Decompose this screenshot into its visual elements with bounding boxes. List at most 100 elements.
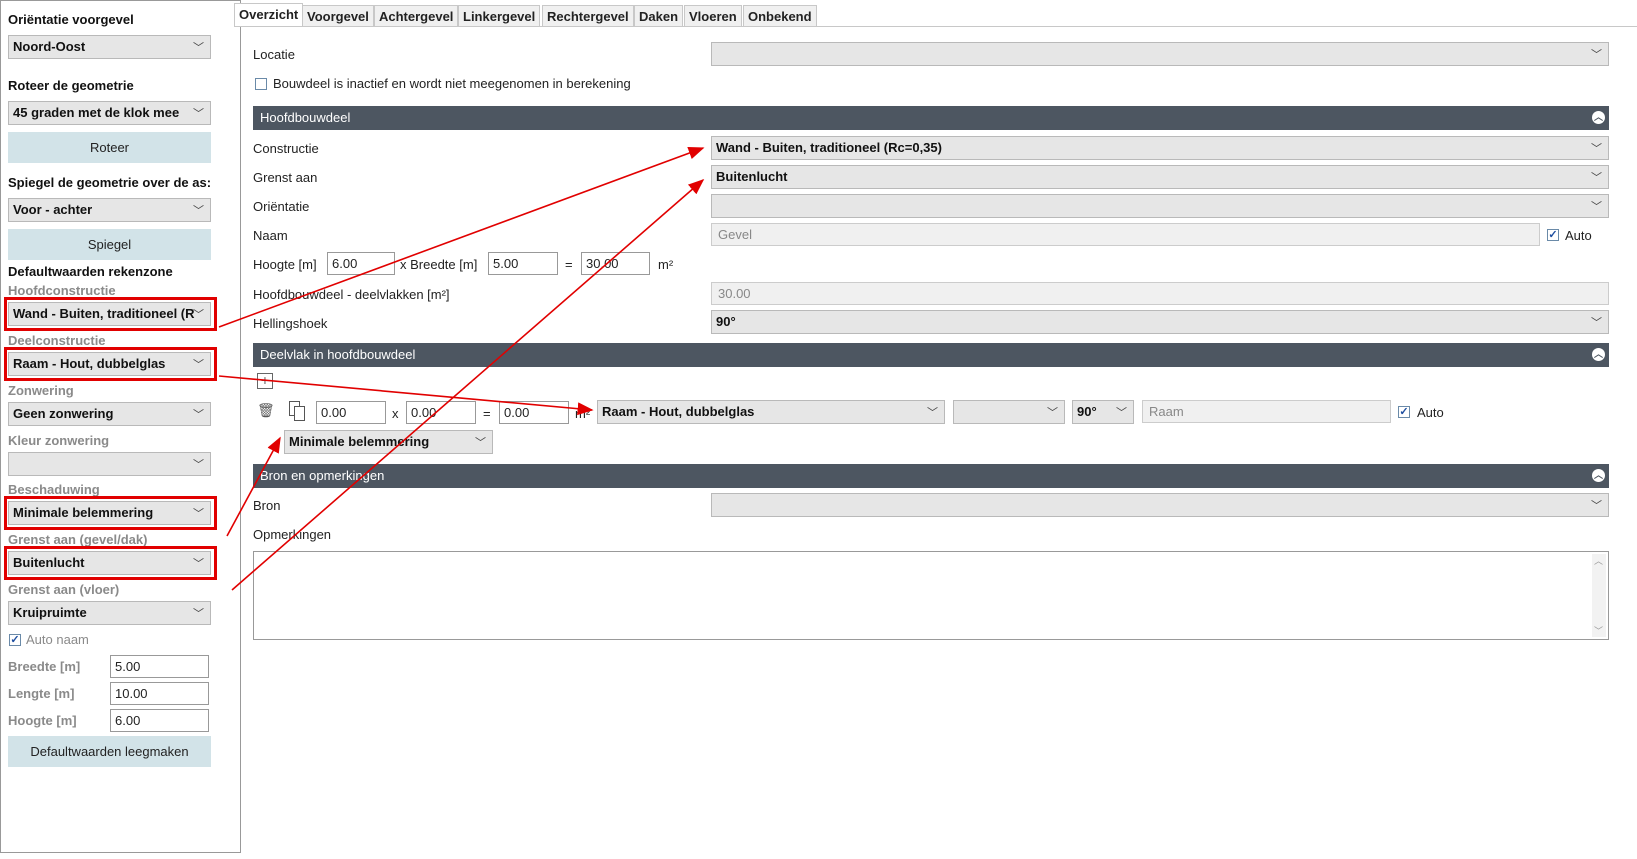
hoofdconstructie-label: Hoofdconstructie <box>8 283 116 298</box>
tab-strip-border <box>234 26 1637 27</box>
textarea-scrollbar[interactable]: ︿ ﹀ <box>1592 554 1606 637</box>
rotate-button[interactable]: Roteer <box>8 132 211 163</box>
constructie-label: Constructie <box>253 141 319 156</box>
chevron-down-icon: ﹀ <box>1591 500 1602 512</box>
zonwering-label: Zonwering <box>8 383 74 398</box>
mirror-label: Spiegel de geometrie over de as: <box>8 175 212 190</box>
breedte-input[interactable]: 5.00 <box>488 252 558 275</box>
tab-voorgevel[interactable]: Voorgevel <box>302 5 374 26</box>
deel-breedte-input[interactable]: 0.00 <box>406 401 476 424</box>
zonwering-select[interactable]: Geen zonwering ﹀ <box>8 402 211 426</box>
tab-vloeren[interactable]: Vloeren <box>684 5 742 26</box>
orientatie-select[interactable]: ﹀ <box>711 194 1609 218</box>
deel-auto-label: Auto <box>1417 405 1444 420</box>
section-hoofdbouwdeel-title: Hoofdbouwdeel <box>260 110 351 125</box>
add-icon[interactable]: + <box>257 373 273 389</box>
scroll-up-icon[interactable]: ︿ <box>1594 554 1603 567</box>
deel-name-input[interactable]: Raam <box>1142 400 1391 423</box>
left-hoogte-input[interactable]: 6.00 <box>110 709 209 732</box>
chevron-down-icon: ﹀ <box>1047 407 1058 419</box>
auto-naam-checkbox[interactable]: ✓ <box>9 634 21 646</box>
mirror-value: Voor - achter <box>13 202 93 217</box>
hellingshoek-select[interactable]: 90° ﹀ <box>711 310 1609 334</box>
opmerkingen-textarea[interactable]: ︿ ﹀ <box>253 551 1609 640</box>
chevron-down-icon: ﹀ <box>193 608 204 620</box>
collapse-up-icon[interactable]: ︿ <box>1592 469 1605 482</box>
collapse-up-icon[interactable]: ︿ <box>1592 111 1605 124</box>
deel-angle-select[interactable]: 90° ﹀ <box>1072 400 1134 424</box>
mirror-select[interactable]: Voor - achter ﹀ <box>8 198 211 222</box>
deel-hoogte-input[interactable]: 0.00 <box>316 401 386 424</box>
tab-linkergevel[interactable]: Linkergevel <box>458 5 541 26</box>
deel-area-input[interactable]: 0.00 <box>499 401 569 424</box>
chevron-down-icon: ﹀ <box>1591 172 1602 184</box>
clear-defaults-button[interactable]: Defaultwaarden leegmaken <box>8 736 211 767</box>
deel-beschaduwing-value: Minimale belemmering <box>289 434 430 449</box>
area-unit: m² <box>658 257 674 272</box>
grenst-aan-label: Grenst aan <box>253 170 318 185</box>
section-bron[interactable]: Bron en opmerkingen ︿ <box>253 464 1609 488</box>
orientatie-label: Oriëntatie <box>253 199 310 214</box>
grenst-aan-value: Buitenlucht <box>716 169 788 184</box>
auto-naam-label: Auto naam <box>26 632 89 647</box>
kleur-zonwering-select[interactable]: ﹀ <box>8 452 211 476</box>
orientation-label: Oriëntatie voorgevel <box>8 12 134 27</box>
naam-label: Naam <box>253 228 288 243</box>
grenst-vloer-select[interactable]: Kruipruimte ﹀ <box>8 601 211 625</box>
mirror-button[interactable]: Spiegel <box>8 229 211 260</box>
hoofdconstructie-value: Wand - Buiten, traditioneel (R <box>13 306 195 321</box>
rotate-select[interactable]: 45 graden met de klok mee ﹀ <box>8 101 211 125</box>
copy-icon[interactable] <box>289 401 305 421</box>
section-deelvlak[interactable]: Deelvlak in hoofdbouwdeel ︿ <box>253 343 1609 367</box>
delete-icon[interactable]: 🗑 <box>257 402 275 419</box>
chevron-down-icon: ﹀ <box>1591 201 1602 213</box>
chevron-down-icon: ﹀ <box>193 205 204 217</box>
hellingshoek-label: Hellingshoek <box>253 316 328 331</box>
equals-sign: = <box>565 257 573 272</box>
deel-times: x <box>392 406 399 421</box>
tab-daken[interactable]: Daken <box>634 5 684 26</box>
scroll-down-icon[interactable]: ﹀ <box>1594 624 1603 637</box>
defaults-title: Defaultwaarden rekenzone <box>8 264 173 279</box>
hoofdconstructie-select[interactable]: Wand - Buiten, traditioneel (R ﹀ <box>8 302 211 326</box>
grenst-aan-select[interactable]: Buitenlucht ﹀ <box>711 165 1609 189</box>
deel-orientatie-select[interactable]: ﹀ <box>953 400 1065 424</box>
inactive-checkbox[interactable] <box>255 78 267 90</box>
grenst-gevel-select[interactable]: Buitenlucht ﹀ <box>8 551 211 575</box>
area-input[interactable]: 30.00 <box>581 252 650 275</box>
bron-label: Bron <box>253 498 281 513</box>
chevron-down-icon: ﹀ <box>1591 143 1602 155</box>
deel-angle-value: 90° <box>1077 404 1097 419</box>
chevron-down-icon: ﹀ <box>1591 317 1602 329</box>
deel-constructie-select[interactable]: Raam - Hout, dubbelglas ﹀ <box>597 400 945 424</box>
left-lengte-input[interactable]: 10.00 <box>110 682 209 705</box>
chevron-down-icon: ﹀ <box>927 407 938 419</box>
orientation-select[interactable]: Noord-Oost ﹀ <box>8 35 211 59</box>
chevron-down-icon: ﹀ <box>193 359 204 371</box>
deel-beschaduwing-select[interactable]: Minimale belemmering ﹀ <box>284 430 493 454</box>
orientation-value: Noord-Oost <box>13 39 86 54</box>
left-breedte-input[interactable]: 5.00 <box>110 655 209 678</box>
naam-auto-checkbox[interactable]: ✓ <box>1547 229 1559 241</box>
section-hoofdbouwdeel[interactable]: Hoofdbouwdeel ︿ <box>253 106 1609 130</box>
deelconstructie-value: Raam - Hout, dubbelglas <box>13 356 166 371</box>
deel-auto-checkbox[interactable]: ✓ <box>1398 406 1410 418</box>
chevron-down-icon: ﹀ <box>193 309 204 321</box>
rotate-value: 45 graden met de klok mee <box>13 105 180 120</box>
constructie-select[interactable]: Wand - Buiten, traditioneel (Rc=0,35) ﹀ <box>711 136 1609 160</box>
hoogte-input[interactable]: 6.00 <box>327 252 395 275</box>
tab-achtergevel[interactable]: Achtergevel <box>374 5 459 26</box>
locatie-select[interactable]: ﹀ <box>711 42 1609 66</box>
left-hoogte-label: Hoogte [m] <box>8 713 77 728</box>
naam-input[interactable]: Gevel <box>711 223 1540 246</box>
deelconstructie-select[interactable]: Raam - Hout, dubbelglas ﹀ <box>8 352 211 376</box>
chevron-down-icon: ﹀ <box>475 437 486 449</box>
tab-rechtergevel[interactable]: Rechtergevel <box>542 5 634 26</box>
tab-onbekend[interactable]: Onbekend <box>743 5 817 26</box>
left-lengte-label: Lengte [m] <box>8 686 75 701</box>
chevron-down-icon: ﹀ <box>193 508 204 520</box>
tab-overzicht[interactable]: Overzicht <box>234 3 304 26</box>
bron-select[interactable]: ﹀ <box>711 493 1609 517</box>
collapse-up-icon[interactable]: ︿ <box>1592 348 1605 361</box>
beschaduwing-select[interactable]: Minimale belemmering ﹀ <box>8 501 211 525</box>
